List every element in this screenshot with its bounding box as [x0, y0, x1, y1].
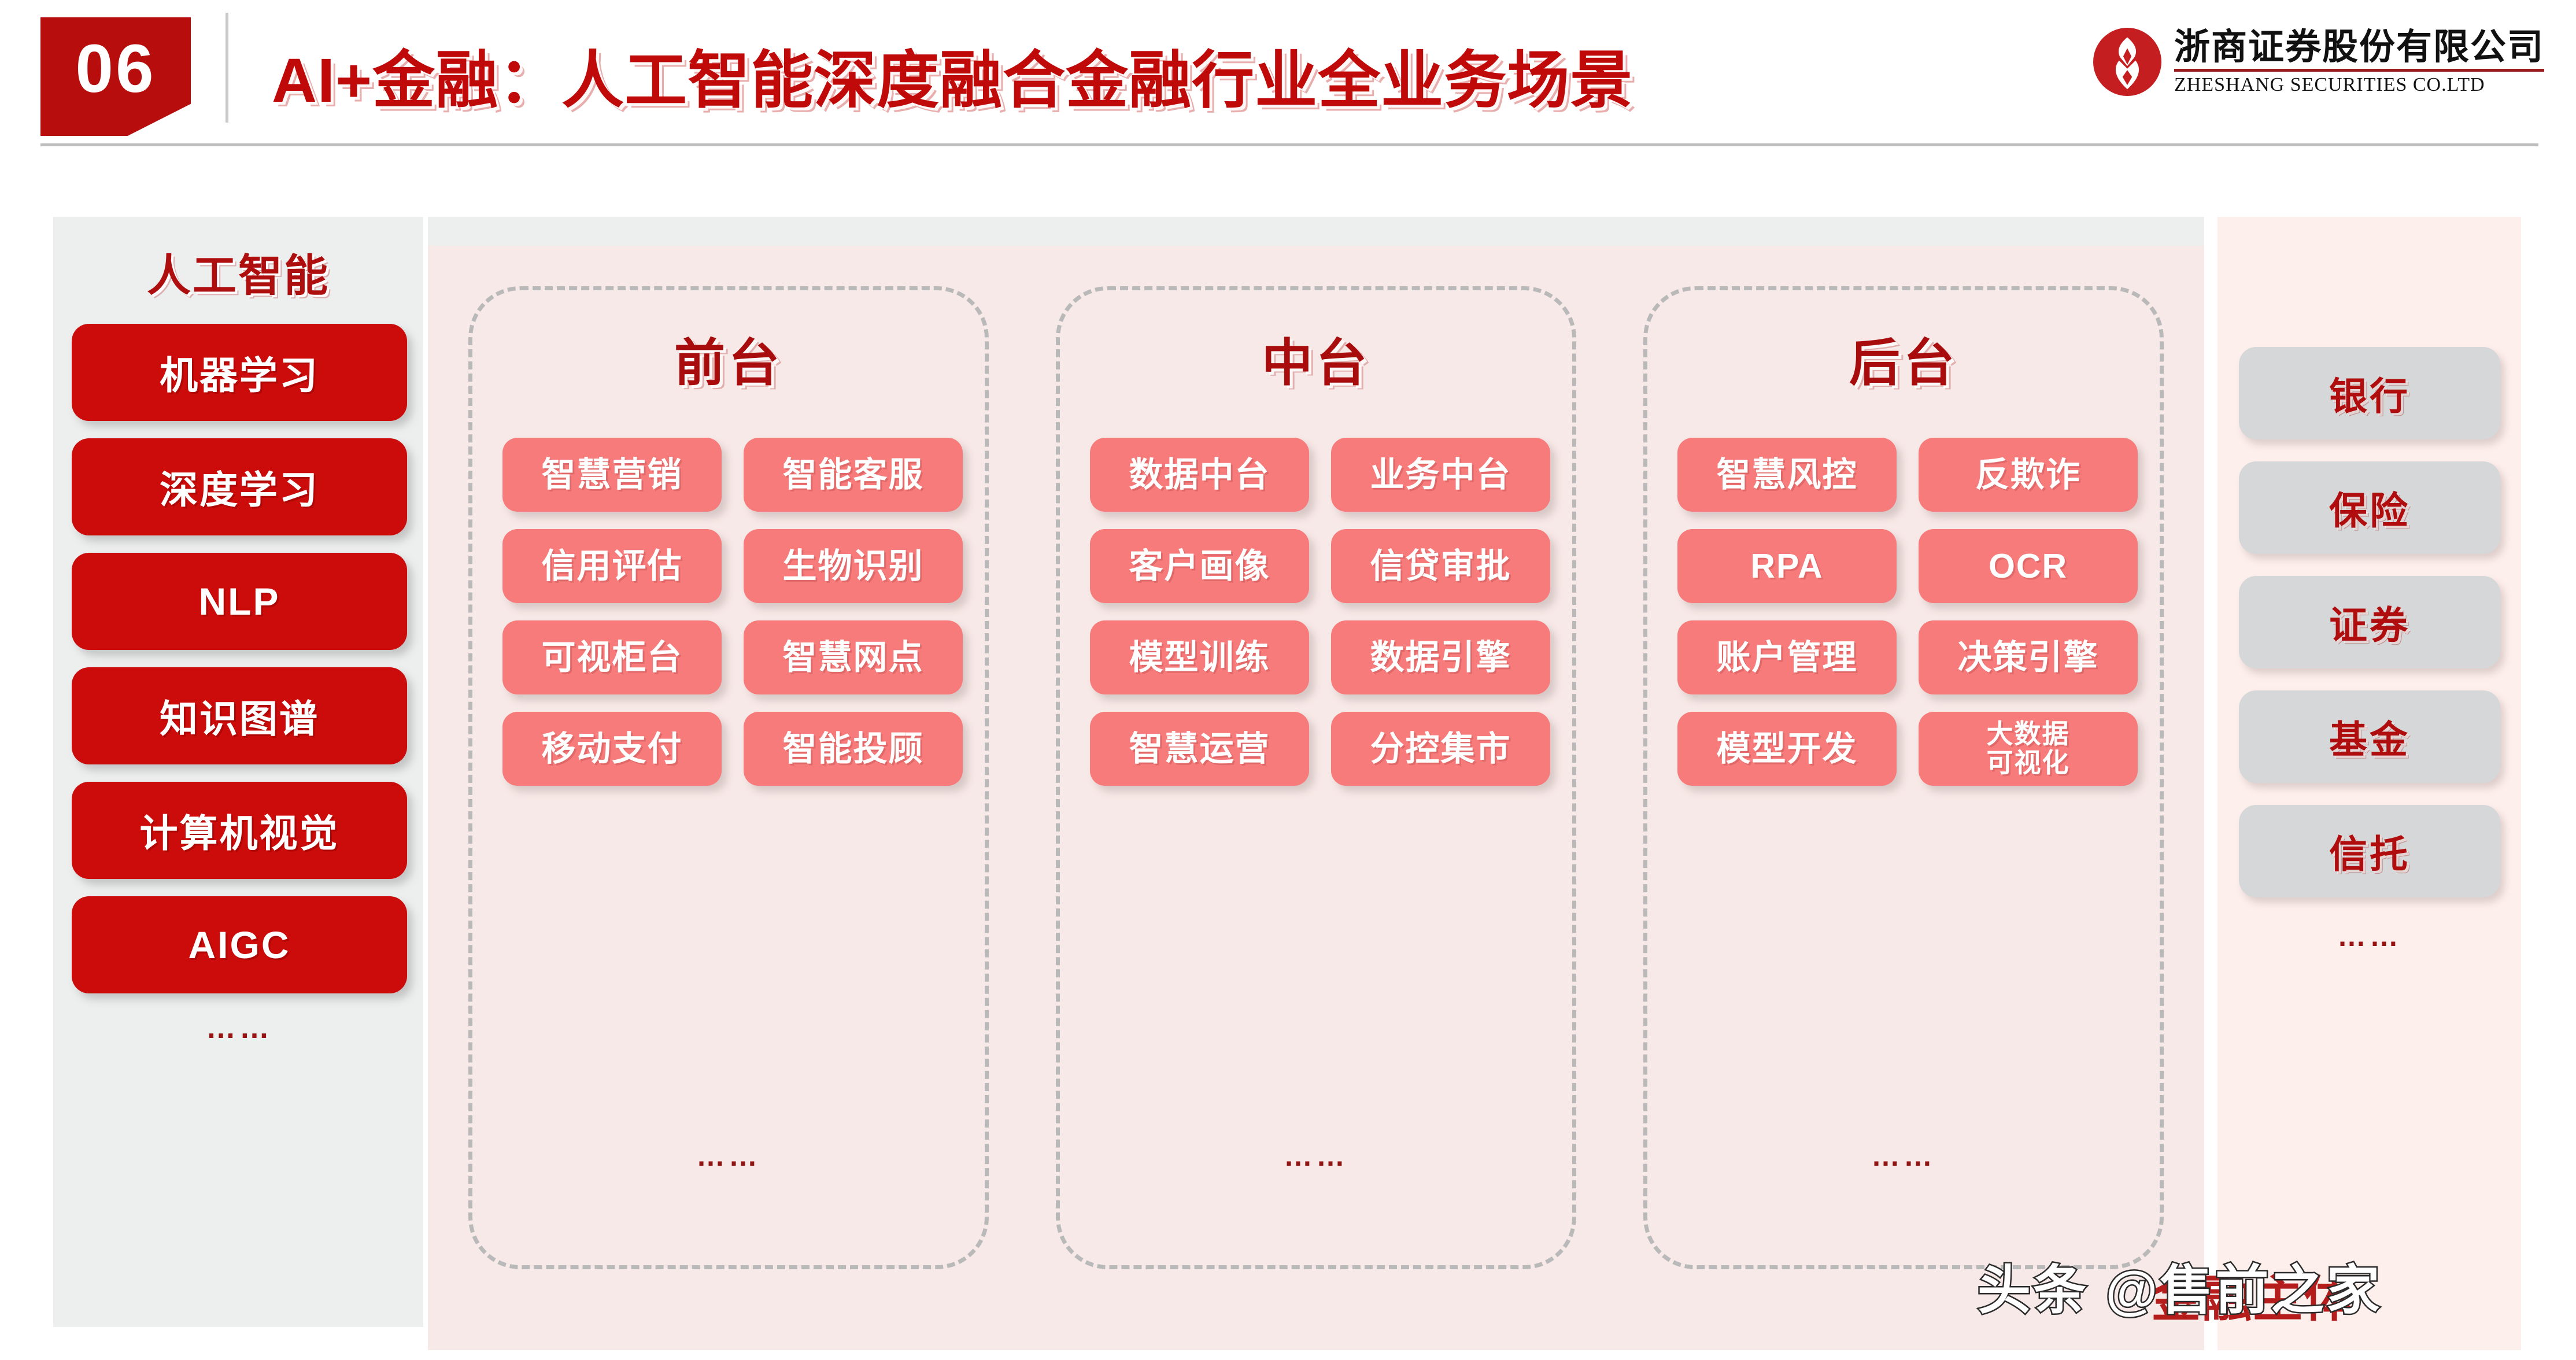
business-tile-label: 智能客服: [782, 455, 924, 494]
business-tile[interactable]: 客户画像: [1090, 529, 1309, 603]
business-tile[interactable]: 分控集市: [1331, 712, 1550, 786]
logo-company-name-cn: 浙商证券股份有限公司: [2174, 25, 2544, 68]
business-tile-label: 可视柜台: [541, 638, 683, 677]
business-columns: 前台 智慧营销 智能客服 信用评估 生物识别 可视柜台 智慧网点 移动支付 智能投顾…… 中台 数据…: [428, 217, 2204, 1350]
ai-tech-label: 深度学习: [160, 468, 319, 511]
company-logo: 浙商证券股份有限公司 ZHESHANG SECURITIES CO.LTD: [2093, 25, 2544, 97]
sector-label: 银行: [2329, 375, 2410, 417]
business-tile[interactable]: 业务中台: [1331, 438, 1550, 512]
business-tile[interactable]: 信用评估: [502, 529, 722, 603]
business-column-more-indicator: ……: [696, 1140, 761, 1172]
business-column-more-indicator: ……: [1284, 1140, 1348, 1172]
business-column-more-indicator: ……: [1871, 1140, 1936, 1172]
ai-tech-pill[interactable]: AIGC: [72, 896, 407, 993]
ai-sidebar-list: 机器学习深度学习 NLP 知识图谱计算机视觉 AIGC ……: [72, 324, 407, 1045]
business-tile-label: 大数据 可视化: [1986, 719, 2070, 778]
sector-pill[interactable]: 基金: [2239, 690, 2500, 783]
business-tile-label: 数据引擎: [1370, 638, 1511, 677]
sector-pill[interactable]: 证券: [2239, 576, 2500, 668]
business-tile-label: 反欺诈: [1975, 455, 2081, 494]
business-tile-label: 客户画像: [1129, 546, 1270, 585]
business-tile[interactable]: 智能客服: [744, 438, 963, 512]
business-tile-grid: 智慧营销 智能客服信用评估 生物识别可视柜台 智慧网点移动支付 智能投顾: [502, 438, 963, 786]
business-tile-label: 智慧运营: [1129, 729, 1270, 768]
business-tile-label: 数据中台: [1129, 455, 1270, 494]
business-tile[interactable]: 智慧网点: [744, 620, 963, 694]
business-tile-label: 智慧网点: [782, 638, 924, 677]
business-tile[interactable]: RPA: [1677, 529, 1897, 603]
business-tile[interactable]: OCR: [1919, 529, 2138, 603]
business-column: 中台数据中台 业务中台客户画像 信贷审批模型训练 数据引擎智慧运营 分控集市 ……: [1056, 286, 1576, 1269]
business-tile[interactable]: 生物识别: [744, 529, 963, 603]
business-column-title: 前台: [674, 334, 783, 391]
business-tile[interactable]: 智慧风控: [1677, 438, 1897, 512]
ai-tech-label: 机器学习: [160, 354, 319, 397]
business-tile-label: 决策引擎: [1957, 638, 2099, 677]
logo-underline: [2174, 69, 2544, 72]
sector-label: 保险: [2329, 489, 2410, 532]
business-tile[interactable]: 数据中台: [1090, 438, 1309, 512]
business-tile-label: 分控集市: [1370, 729, 1511, 768]
sector-label: 信托: [2329, 833, 2410, 875]
ai-tech-pill[interactable]: 知识图谱: [72, 667, 407, 764]
page-title: AI+金融：人工智能深度融合金融行业全业务场景: [272, 45, 1633, 115]
business-tile[interactable]: 移动支付: [502, 712, 722, 786]
sector-label: 证券: [2329, 604, 2410, 646]
section-number-label: 06: [75, 30, 156, 107]
business-tile-label: 模型训练: [1129, 638, 1270, 677]
business-tile[interactable]: 智慧营销: [502, 438, 722, 512]
business-tile-grid: 智慧风控 反欺诈 RPA OCR 账户管理 决策引擎模型开发 大数据 可视化: [1677, 438, 2138, 786]
sector-pill[interactable]: 信托: [2239, 805, 2500, 897]
business-tile-grid: 数据中台 业务中台客户画像 信贷审批模型训练 数据引擎智慧运营 分控集市: [1090, 438, 1550, 786]
ai-tech-label: 计算机视觉: [139, 812, 339, 855]
business-tile-label: 信贷审批: [1370, 546, 1511, 585]
business-tile-label: OCR: [1988, 546, 2068, 585]
business-tile[interactable]: 大数据 可视化: [1919, 712, 2138, 786]
business-column-title: 中台: [1261, 334, 1370, 391]
business-tile-label: 生物识别: [782, 546, 924, 585]
business-tile-label: 智能投顾: [782, 729, 924, 768]
header-divider: [226, 13, 228, 123]
ai-tech-pill[interactable]: 深度学习: [72, 438, 407, 535]
business-tile[interactable]: 反欺诈: [1919, 438, 2138, 512]
ai-tech-label: 知识图谱: [160, 697, 319, 740]
business-tile[interactable]: 可视柜台: [502, 620, 722, 694]
business-tile-label: 智慧营销: [541, 455, 683, 494]
business-tile[interactable]: 数据引擎: [1331, 620, 1550, 694]
business-tile-label: 模型开发: [1716, 729, 1858, 768]
sector-sidebar-list: 银行保险证券基金信托 ……: [2239, 347, 2500, 953]
business-tile[interactable]: 智能投顾: [744, 712, 963, 786]
sector-more-indicator: ……: [2337, 920, 2402, 952]
business-tile[interactable]: 账户管理: [1677, 620, 1897, 694]
ai-tech-label: AIGC: [188, 923, 291, 966]
page-header: 06 AI+金融：人工智能深度融合金融行业全业务场景 浙商证券股份有限公司 ZH…: [0, 0, 2576, 173]
ai-tech-pill[interactable]: 机器学习: [72, 324, 407, 421]
sector-pill[interactable]: 银行: [2239, 347, 2500, 439]
business-tile-label: RPA: [1750, 546, 1824, 585]
sector-label: 基金: [2329, 718, 2410, 761]
business-tile[interactable]: 信贷审批: [1331, 529, 1550, 603]
business-tile[interactable]: 决策引擎: [1919, 620, 2138, 694]
header-horizontal-rule: [40, 143, 2538, 146]
business-tile-label: 账户管理: [1716, 638, 1858, 677]
business-tile-label: 信用评估: [541, 546, 683, 585]
business-column: 后台智慧风控 反欺诈 RPA OCR 账户管理 决策引擎模型开发 大数据 可视化 ……: [1643, 286, 2164, 1269]
business-column-title: 后台: [1849, 334, 1958, 391]
business-tile[interactable]: 智慧运营: [1090, 712, 1309, 786]
sector-pill[interactable]: 保险: [2239, 461, 2500, 554]
ai-tech-label: NLP: [198, 580, 280, 623]
zheshang-emblem-icon: [2093, 28, 2161, 97]
business-column: 前台智慧营销 智能客服信用评估 生物识别可视柜台 智慧网点移动支付 智能投顾 ……: [468, 286, 989, 1269]
section-number-badge: 06: [40, 17, 191, 136]
ai-tech-pill[interactable]: 计算机视觉: [72, 782, 407, 879]
business-tile[interactable]: 模型开发: [1677, 712, 1897, 786]
business-tile-label: 移动支付: [541, 729, 683, 768]
ai-sidebar-more-indicator: ……: [206, 1011, 273, 1045]
ai-tech-pill[interactable]: NLP: [72, 553, 407, 650]
business-tile[interactable]: 模型训练: [1090, 620, 1309, 694]
logo-company-name-en: ZHESHANG SECURITIES CO.LTD: [2174, 74, 2485, 96]
business-tile-label: 智慧风控: [1716, 455, 1858, 494]
business-tile-label: 业务中台: [1370, 455, 1511, 494]
ai-sidebar-heading: 人工智能: [147, 252, 330, 301]
